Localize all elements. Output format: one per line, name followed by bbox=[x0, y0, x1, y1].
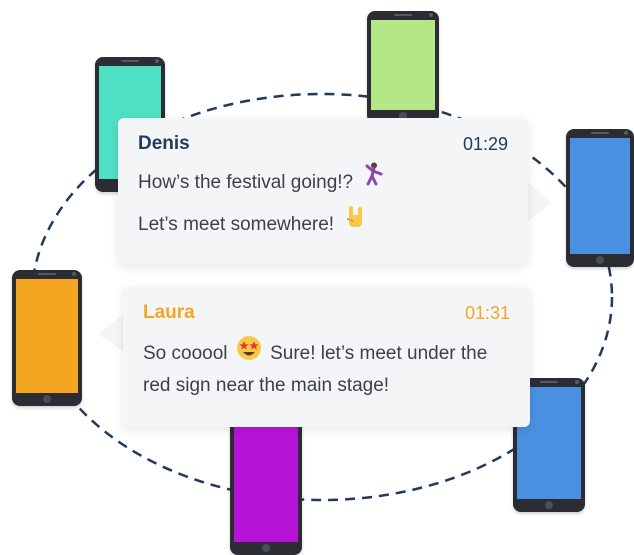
message-time: 01:29 bbox=[462, 133, 508, 154]
dancing-person-icon bbox=[361, 162, 385, 204]
rock-on-hand-icon bbox=[342, 204, 368, 246]
chat-bubble-denis: Denis 01:29 How’s the festival going!? L… bbox=[118, 118, 528, 264]
festival-chat-scene: Denis 01:29 How’s the festival going!? L… bbox=[0, 0, 634, 555]
chat-bubble-laura: Laura 01:31 So cooool Sure! let’s meet u… bbox=[123, 287, 530, 427]
laura-bubble-tail bbox=[98, 314, 124, 352]
sender-name: Denis bbox=[138, 133, 190, 154]
bubble-tails bbox=[98, 182, 552, 352]
message-line-part: Sure! let’s meet under the bbox=[270, 343, 488, 365]
message-line: Let’s meet somewhere! bbox=[138, 214, 335, 236]
message-line: How’s the festival going!? bbox=[138, 172, 354, 194]
message-line-part: So cooool bbox=[143, 343, 228, 365]
denis-bubble-tail bbox=[527, 182, 552, 222]
message-line: red sign near the main stage! bbox=[143, 375, 390, 396]
star-struck-face-icon bbox=[236, 335, 262, 373]
sender-name: Laura bbox=[143, 302, 195, 323]
message-time: 01:31 bbox=[464, 302, 510, 323]
